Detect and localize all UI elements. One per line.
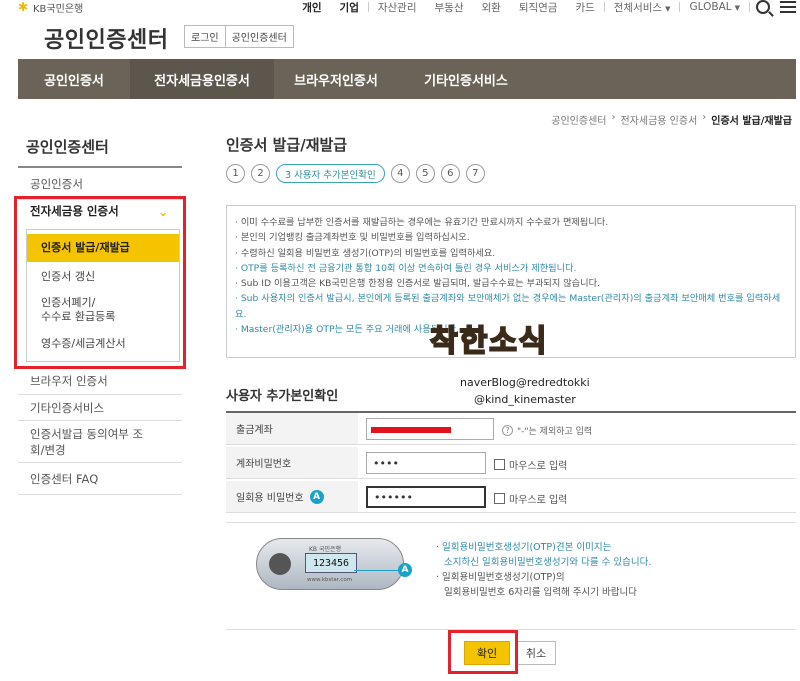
step-3-current: 3 사용자 추가본인확인 — [276, 164, 385, 183]
menu-pension[interactable]: 퇴직연금 — [510, 0, 567, 15]
otp-input[interactable]: •••••• — [366, 486, 486, 508]
gnb-item-public-cert[interactable]: 공인인증서 — [18, 59, 130, 99]
account-label: 출금계좌 — [226, 413, 358, 444]
menu-personal[interactable]: 개인 — [293, 0, 330, 15]
cancel-button[interactable]: 취소 — [516, 641, 556, 665]
notice-line: 수령하신 일회용 비밀번호 생성기(OTP)의 비밀번호를 입력하세요. — [235, 246, 787, 261]
otp-device-brand: KB 국민은행 — [309, 546, 342, 553]
title-buttons: 로그인 공인인증센터 — [184, 25, 294, 48]
account-hint-text: "-"는 제외하고 입력 — [517, 427, 593, 437]
breadcrumb-current: 인증서 발급/재발급 — [711, 116, 792, 127]
otp-info-line: 소지하신 일회용비밀번호생성기와 다를 수 있습니다. — [444, 557, 652, 568]
breadcrumb-separator-icon: › — [702, 112, 707, 123]
caret-down-icon: ▼ — [734, 4, 740, 12]
badge-a-icon: A — [309, 489, 324, 504]
highlight-box-confirm — [448, 630, 518, 674]
account-password-input[interactable]: •••• — [366, 452, 486, 474]
otp-label-text: 일회용 비밀번호 — [236, 493, 304, 504]
otp-info-area: KB 국민은행 123456 www.kbstar.com A 일회용비밀번호생… — [226, 522, 796, 630]
login-button[interactable]: 로그인 — [184, 25, 226, 48]
otp-device-footer: www.kbstar.com — [307, 577, 353, 583]
menu-realestate[interactable]: 부동산 — [426, 0, 473, 15]
form-row-password: 계좌비밀번호 •••• 마우스로 입력 — [226, 447, 796, 479]
sidebar-item-faq[interactable]: 인증센터 FAQ — [18, 463, 182, 495]
otp-info-line: 일회용비밀번호 6자리를 입력해 주시기 바랍니다 — [444, 587, 637, 598]
menu-asset[interactable]: 자산관리 — [369, 0, 426, 15]
gnb-item-tax-cert[interactable]: 전자세금용인증서 — [130, 59, 274, 99]
checkbox[interactable] — [494, 459, 505, 470]
form-row-account: 출금계좌 ? "-"는 제외하고 입력 — [226, 413, 796, 445]
hamburger-menu-icon[interactable] — [780, 1, 796, 13]
notice-line: 본인의 기업뱅킹 출금계좌번호 및 비밀번호를 입력하십시오. — [235, 230, 787, 245]
otp-label: 일회용 비밀번호 A — [226, 481, 358, 512]
badge-a-icon: A — [398, 563, 412, 577]
watermark-line: naverBlog@redredtokki — [460, 376, 590, 389]
divider — [749, 2, 750, 12]
breadcrumb-separator-icon: › — [611, 112, 616, 123]
otp-device-image: KB 국민은행 123456 www.kbstar.com — [256, 538, 404, 590]
kb-star-icon: ✱ — [18, 0, 29, 14]
mouse-input-checkbox-password[interactable]: 마우스로 입력 — [494, 457, 567, 472]
step-5: 5 — [415, 164, 435, 183]
password-label: 계좌비밀번호 — [226, 447, 358, 478]
bank-name: KB국민은행 — [33, 3, 84, 15]
otp-button-icon — [269, 553, 291, 575]
otp-info-line: 일회용비밀번호생성기(OTP)의 — [436, 570, 651, 585]
all-services-label: 전체서비스 — [613, 1, 663, 14]
breadcrumb: 공인인증센터 › 전자세금용 인증서 › 인증서 발급/재발급 — [551, 112, 792, 127]
global-label: GLOBAL — [689, 1, 732, 13]
kb-logo[interactable]: ✱ KB국민은행 — [18, 0, 84, 15]
account-hint: ? "-"는 제외하고 입력 — [502, 424, 592, 437]
step-6: 6 — [440, 164, 460, 183]
notice-line: 이미 수수료를 납부한 인증서를 재발급하는 경우에는 유효기간 만료시까지 수… — [235, 215, 787, 230]
otp-pointer-line — [354, 570, 400, 571]
cert-center-button[interactable]: 공인인증센터 — [225, 25, 294, 48]
section-title: 사용자 추가본인확인 — [226, 389, 339, 404]
step-indicator: 1 2 3 사용자 추가본인확인 4 5 6 7 — [226, 164, 485, 183]
verification-form: 출금계좌 ? "-"는 제외하고 입력 계좌비밀번호 •••• 마우스로 입력 일… — [226, 411, 796, 513]
redaction-mark — [371, 427, 451, 433]
sidebar-item-consent[interactable]: 인증서발급 동의여부 조회/변경 — [18, 421, 182, 463]
gnb-item-other-services[interactable]: 기타인증서비스 — [398, 59, 534, 99]
otp-device-screen: 123456 — [305, 553, 357, 573]
highlight-box-sidebar — [14, 196, 186, 369]
global-nav: 공인인증서 전자세금용인증서 브라우저인증서 기타인증서비스 — [18, 59, 796, 99]
breadcrumb-item[interactable]: 전자세금용 인증서 — [620, 112, 697, 127]
mouse-input-label: 마우스로 입력 — [509, 461, 568, 472]
menu-fx[interactable]: 외환 — [472, 0, 509, 15]
notice-line: OTP를 등록하신 전 금융기관 통합 10회 이상 연속하여 틀린 경우 서비… — [235, 261, 787, 276]
watermark-credits: naverBlog@redredtokki @kind_kinemaster — [460, 374, 590, 408]
watermark-line: @kind_kinemaster — [473, 393, 576, 406]
watermark-title: 착한소식 — [429, 323, 549, 360]
breadcrumb-item[interactable]: 공인인증센터 — [551, 112, 606, 127]
gnb-item-browser-cert[interactable]: 브라우저인증서 — [274, 59, 398, 99]
mouse-input-checkbox-otp[interactable]: 마우스로 입력 — [494, 491, 567, 506]
help-icon: ? — [502, 425, 513, 436]
search-icon[interactable] — [756, 0, 770, 14]
menu-all-services[interactable]: 전체서비스 ▼ — [605, 0, 680, 15]
notice-line: Sub ID 이용고객은 KB국민은행 한정용 인증서로 발급되며, 발급수수료… — [235, 276, 787, 291]
menu-card[interactable]: 카드 — [566, 0, 603, 15]
step-4: 4 — [390, 164, 410, 183]
page-brand-title: 공인인증센터 — [44, 28, 169, 53]
menu-global[interactable]: GLOBAL ▼ — [680, 1, 749, 13]
otp-info-text: 일회용비밀번호생성기(OTP)견본 이미지는 소지하신 일회용비밀번호생성기와 … — [436, 540, 651, 600]
checkbox[interactable] — [494, 493, 505, 504]
sidebar-item-browser-cert[interactable]: 브라우저 인증서 — [18, 367, 182, 395]
mouse-input-label: 마우스로 입력 — [509, 495, 568, 506]
form-row-otp: 일회용 비밀번호 A •••••• 마우스로 입력 — [226, 481, 796, 513]
account-input[interactable] — [366, 418, 494, 440]
sidebar-item-other-services[interactable]: 기타인증서비스 — [18, 395, 182, 421]
sidebar-title: 공인인증센터 — [26, 138, 109, 156]
page-title: 인증서 발급/재발급 — [226, 136, 348, 154]
step-7: 7 — [465, 164, 485, 183]
top-utility-menu: 개인 기업 자산관리 부동산 외환 퇴직연금 카드 전체서비스 ▼ GLOBAL ▼ — [293, 0, 800, 14]
otp-info-line: 일회용비밀번호생성기(OTP)견본 이미지는 — [436, 540, 651, 555]
caret-down-icon: ▼ — [665, 4, 671, 13]
step-2: 2 — [251, 164, 270, 183]
step-1: 1 — [226, 164, 245, 183]
menu-business[interactable]: 기업 — [331, 0, 368, 15]
